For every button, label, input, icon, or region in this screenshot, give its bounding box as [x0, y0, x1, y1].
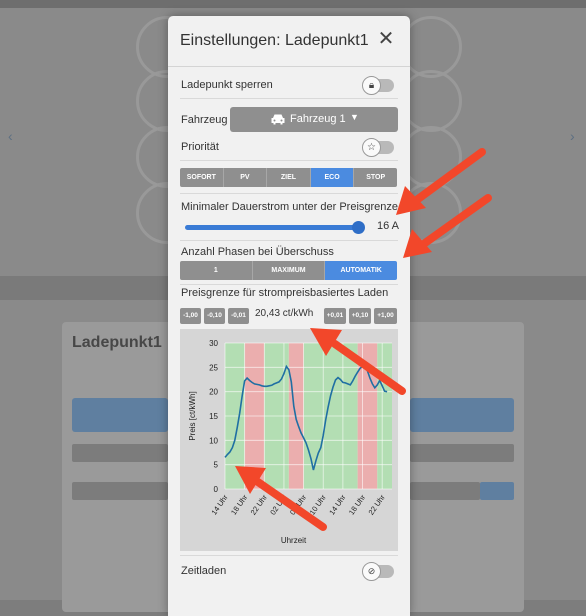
annotation-arrows [235, 148, 492, 531]
annotation-arrow-chart [235, 466, 327, 531]
annotation-arrow-min-current [396, 148, 486, 215]
annotation-arrow-price-limit [310, 328, 406, 395]
